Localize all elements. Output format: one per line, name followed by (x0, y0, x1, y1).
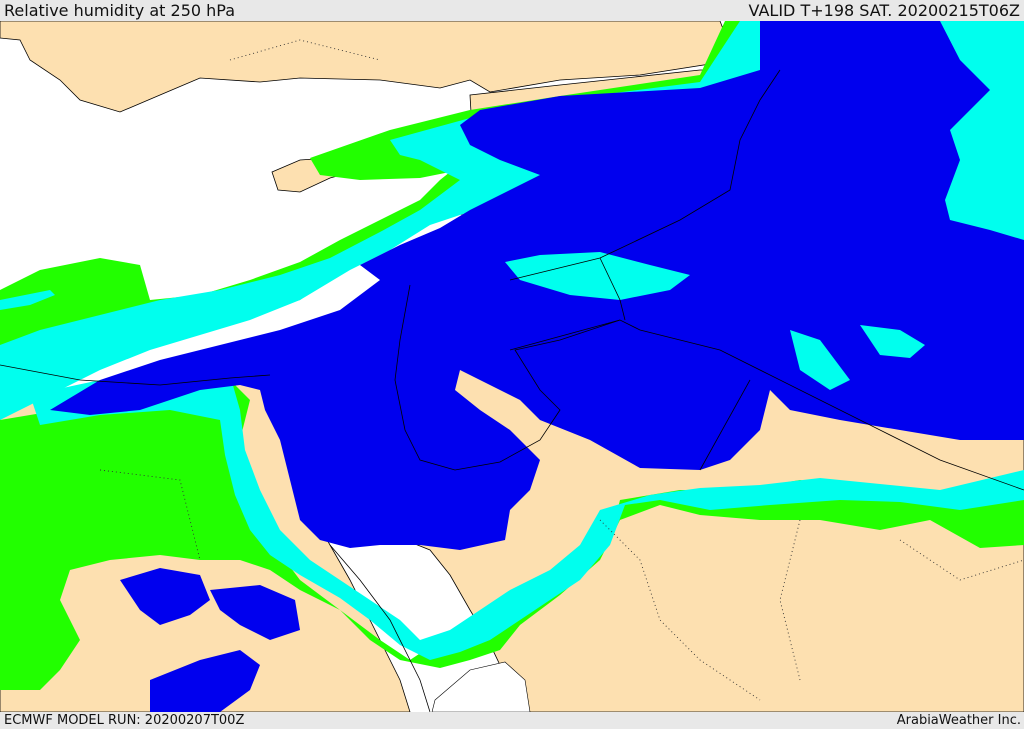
map-title: Relative humidity at 250 hPa (4, 1, 236, 20)
humidity-map (0, 21, 1024, 712)
valid-time: VALID T+198 SAT. 20200215T06Z (748, 1, 1020, 20)
credit-text: ArabiaWeather Inc. (896, 713, 1021, 728)
model-run: ECMWF MODEL RUN: 20200207T00Z (4, 713, 245, 728)
header-bar: Relative humidity at 250 hPa VALID T+198… (0, 0, 1024, 21)
footer-bar: ECMWF MODEL RUN: 20200207T00Z ArabiaWeat… (0, 712, 1024, 729)
